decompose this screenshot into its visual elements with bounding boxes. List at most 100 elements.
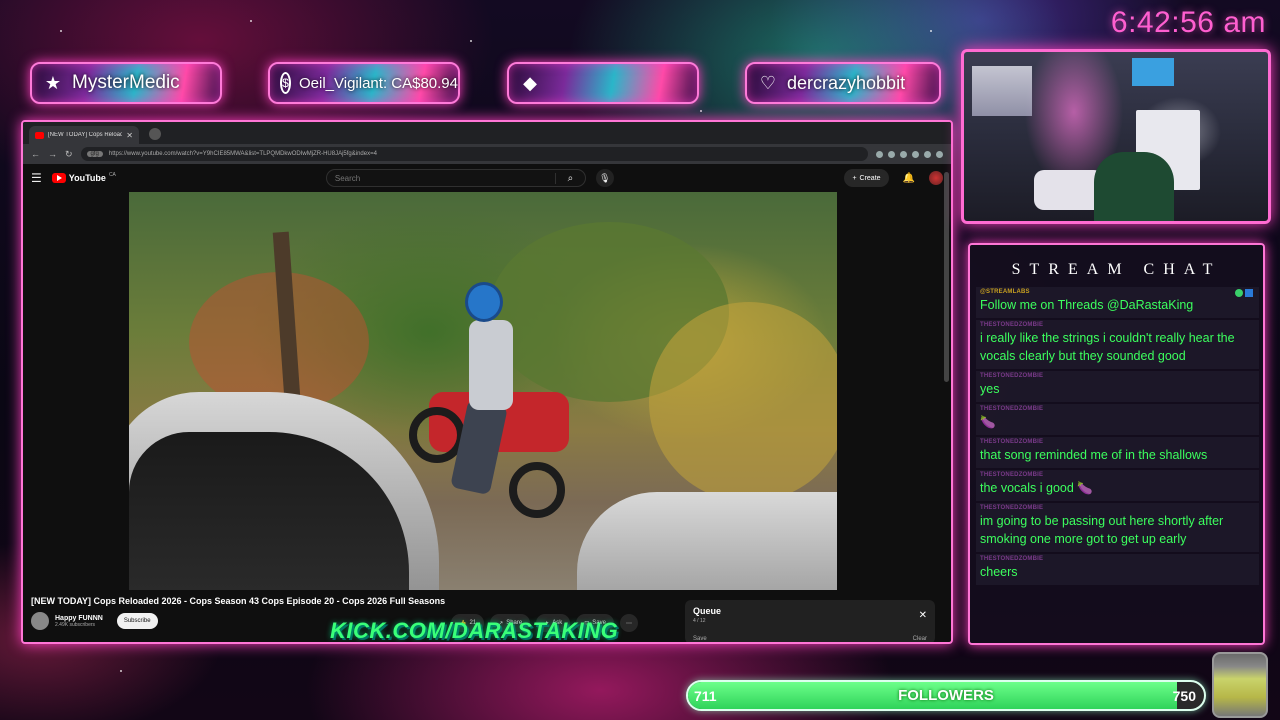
- jar-image: [1212, 652, 1268, 718]
- extension-icon[interactable]: [888, 150, 895, 158]
- star-icon: ★: [44, 72, 62, 93]
- chat-message: THESTONEDZOMBIE i really like the string…: [976, 320, 1259, 369]
- chat-text: that song reminded me of in the shallows: [980, 448, 1208, 462]
- chat-title: STREAM CHAT: [1011, 261, 1222, 278]
- webcam-feed: [961, 49, 1271, 224]
- dollar-icon: $: [280, 72, 291, 94]
- kick-url-overlay: KICK.COM/DARASTAKING: [330, 618, 619, 643]
- queue-panel: Queue 4 / 12 ✕ Save Clear: [685, 600, 935, 642]
- star-decoration: [120, 670, 122, 672]
- rider-shirt: [469, 320, 513, 410]
- chat-message: @STREAMLABS Follow me on Threads @DaRast…: [976, 287, 1259, 318]
- menu-icon[interactable]: ☰: [31, 171, 42, 185]
- recent-donation-alert: $ Oeil_Vigilant: CA$80.94: [268, 62, 460, 104]
- star-decoration: [700, 110, 702, 112]
- chat-username: THESTONEDZOMBIE: [980, 556, 1044, 562]
- channel-row: Happy FUNNN 2.49K subscribers Subscribe: [31, 612, 158, 630]
- back-icon[interactable]: ←: [31, 149, 40, 159]
- queue-save-button[interactable]: Save: [693, 636, 707, 642]
- alert-text: dercrazyhobbit: [787, 72, 906, 93]
- chat-text: 🍆: [980, 415, 996, 429]
- reload-icon[interactable]: ↻: [65, 149, 73, 160]
- followers-goal-bar: FOLLOWERS 711 750: [686, 680, 1206, 711]
- chat-username: THESTONEDZOMBIE: [980, 373, 1044, 379]
- video-player[interactable]: [129, 192, 837, 590]
- chat-text: im going to be passing out here shortly …: [980, 514, 1224, 546]
- close-tab-icon[interactable]: ✕: [126, 131, 133, 140]
- chat-username: THESTONEDZOMBIE: [980, 505, 1044, 511]
- plus-icon: +: [852, 174, 857, 182]
- browser-tab[interactable]: [NEW TODAY] Cops Reload ✕: [29, 126, 139, 144]
- star-decoration: [470, 40, 472, 42]
- foliage-decoration: [649, 302, 837, 502]
- tab-title: [NEW TODAY] Cops Reload: [48, 132, 123, 138]
- followers-current: 711: [694, 688, 717, 704]
- chat-text: yes: [980, 382, 1000, 396]
- streamlabs-badge-icon: [1245, 289, 1253, 297]
- chat-text: the vocals i good 🍆: [980, 481, 1093, 495]
- extension-icon[interactable]: [900, 150, 907, 158]
- youtube-header: ☰ YouTube CA ⌕ 🎙 + Create 🔔: [23, 164, 951, 192]
- microphone-icon[interactable]: 🎙: [595, 169, 614, 187]
- search-icon[interactable]: ⌕: [554, 172, 585, 184]
- channel-avatar[interactable]: [31, 612, 49, 630]
- recent-sub-alert: ◆: [507, 62, 699, 104]
- extension-icon[interactable]: [876, 150, 883, 158]
- youtube-play-icon: [51, 173, 66, 183]
- search-input[interactable]: [326, 170, 555, 186]
- new-tab-button[interactable]: [149, 128, 161, 140]
- extension-icon[interactable]: [912, 150, 919, 158]
- browser-window: [NEW TODAY] Cops Reload ✕ ← → ↻ gfg http…: [21, 120, 953, 644]
- subscribe-button[interactable]: Subscribe: [116, 613, 158, 629]
- alert-text: Oeil_Vigilant: CA$80.94: [299, 74, 458, 92]
- clock-display: 6:42:56 am: [1110, 6, 1266, 39]
- followers-goal: 750: [1172, 688, 1196, 704]
- header-actions: + Create 🔔: [844, 169, 943, 187]
- extension-icon[interactable]: [936, 150, 943, 158]
- chat-message: THESTONEDZOMBIE cheers: [976, 554, 1259, 585]
- subscriber-count: 2.49K subscribers: [55, 621, 96, 628]
- webcam-tv: [1132, 58, 1174, 86]
- create-button[interactable]: + Create: [844, 169, 889, 187]
- close-icon[interactable]: ✕: [919, 610, 927, 621]
- notifications-icon[interactable]: 🔔: [903, 173, 915, 184]
- more-actions-icon[interactable]: ⋯: [619, 614, 638, 632]
- chat-username: THESTONEDZOMBIE: [980, 406, 1044, 412]
- video-player-area: [23, 192, 951, 592]
- queue-position: 4 / 12: [693, 618, 706, 624]
- forward-icon[interactable]: →: [48, 149, 57, 159]
- chat-message: THESTONEDZOMBIE im going to be passing o…: [976, 503, 1259, 552]
- chat-message: THESTONEDZOMBIE the vocals i good 🍆: [976, 470, 1259, 501]
- youtube-wordmark: YouTube: [68, 173, 106, 183]
- chat-username: THESTONEDZOMBIE: [980, 472, 1044, 478]
- scrollbar[interactable]: [944, 172, 949, 382]
- chat-message: THESTONEDZOMBIE that song reminded me of…: [976, 437, 1259, 468]
- queue-clear-button[interactable]: Clear: [913, 636, 927, 642]
- create-label: Create: [859, 174, 881, 182]
- star-decoration: [60, 30, 62, 32]
- extension-icon[interactable]: [924, 150, 931, 158]
- channel-name[interactable]: Happy FUNNN: [55, 615, 103, 622]
- chat-message: THESTONEDZOMBIE 🍆: [976, 404, 1259, 435]
- car-right: [577, 492, 837, 590]
- bike-wheel: [509, 462, 565, 518]
- recent-follower-alert: ★ MysterMedic: [30, 62, 222, 104]
- queue-title: Queue: [693, 606, 722, 616]
- chat-text: cheers: [980, 565, 1018, 579]
- youtube-logo[interactable]: YouTube CA: [51, 172, 116, 183]
- heart-icon: ♡: [759, 72, 777, 93]
- star-decoration: [250, 20, 252, 22]
- chat-text: i really like the strings i couldn't rea…: [980, 331, 1235, 363]
- channel-info: Happy FUNNN 2.49K subscribers: [55, 615, 103, 628]
- webcam-person: [1094, 152, 1174, 221]
- chat-username: @STREAMLABS: [980, 289, 1030, 295]
- avatar[interactable]: [929, 171, 943, 185]
- stream-overlay: 6:42:56 am ★ MysterMedic $ Oeil_Vigilant…: [0, 0, 1280, 720]
- chat-text: Follow me on Threads @DaRastaKing: [980, 298, 1194, 312]
- address-bar[interactable]: gfg https://www.youtube.com/watch?v=Y9hC…: [80, 147, 868, 161]
- star-decoration: [930, 30, 932, 32]
- followers-label: FOLLOWERS: [898, 687, 994, 704]
- chat-message: THESTONEDZOMBIE yes: [976, 371, 1259, 402]
- verified-badge-icon: [1235, 289, 1243, 297]
- stream-chat: STREAM CHAT @STREAMLABS Follow me on Thr…: [968, 243, 1265, 645]
